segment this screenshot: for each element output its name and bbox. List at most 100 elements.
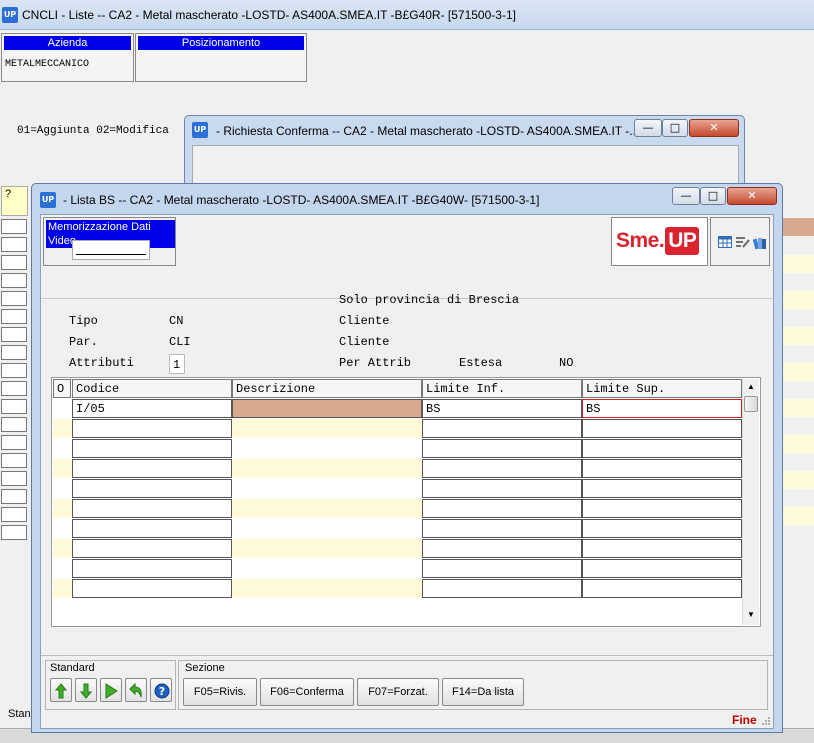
cell-limite-sup[interactable] <box>582 539 742 558</box>
cell-codice[interactable] <box>72 539 232 558</box>
cell-limite-inf[interactable] <box>422 539 582 558</box>
cell-limite-inf[interactable] <box>422 479 582 498</box>
cell-descrizione[interactable] <box>232 419 422 438</box>
cell-limite-inf[interactable] <box>422 439 582 458</box>
books-icon[interactable] <box>752 236 768 250</box>
cell-codice[interactable]: I/05 <box>72 399 232 418</box>
bg-grid-cell[interactable] <box>1 327 27 342</box>
f05-rivis-button[interactable]: F05=Rivis. <box>183 678 257 706</box>
bg-grid-cell[interactable] <box>1 507 27 522</box>
column-header-descrizione[interactable]: Descrizione <box>232 379 422 398</box>
column-header-codice[interactable]: Codice <box>72 379 232 398</box>
minimize-button[interactable]: — <box>634 119 662 137</box>
cell-o[interactable] <box>53 519 71 538</box>
cell-limite-inf[interactable]: BS <box>422 399 582 418</box>
column-header-limite-sup[interactable]: Limite Sup. <box>582 379 742 398</box>
cell-o[interactable] <box>53 499 71 518</box>
cell-limite-sup[interactable] <box>582 419 742 438</box>
cell-limite-inf[interactable] <box>422 499 582 518</box>
cell-limite-sup[interactable] <box>582 459 742 478</box>
bg-grid-cell[interactable] <box>1 255 27 270</box>
cell-descrizione[interactable] <box>232 579 422 598</box>
cell-o[interactable] <box>53 439 71 458</box>
cell-limite-sup[interactable]: BS <box>582 399 742 418</box>
cell-codice[interactable] <box>72 559 232 578</box>
bg-grid-cell[interactable] <box>1 381 27 396</box>
cell-descrizione[interactable] <box>232 519 422 538</box>
cell-limite-sup[interactable] <box>582 579 742 598</box>
close-button[interactable]: ✕ <box>727 187 777 205</box>
cell-codice[interactable] <box>72 579 232 598</box>
cell-codice[interactable] <box>72 499 232 518</box>
column-header-limite-inf[interactable]: Limite Inf. <box>422 379 582 398</box>
cell-descrizione[interactable] <box>232 479 422 498</box>
back-button[interactable] <box>125 678 147 702</box>
cell-codice[interactable] <box>72 419 232 438</box>
cell-o[interactable] <box>53 399 71 418</box>
scroll-down-icon[interactable]: ▼ <box>743 607 759 623</box>
bg-grid-cell[interactable] <box>1 453 27 468</box>
cell-codice[interactable] <box>72 439 232 458</box>
vertical-scrollbar[interactable]: ▲ ▼ <box>742 379 759 625</box>
cell-o[interactable] <box>53 459 71 478</box>
bg-grid-cell[interactable] <box>1 345 27 360</box>
scroll-up-icon[interactable]: ▲ <box>743 379 759 395</box>
maximize-button[interactable]: □ <box>662 119 688 137</box>
bg-grid-cell[interactable] <box>1 489 27 504</box>
bg-grid-cell[interactable] <box>1 435 27 450</box>
page-up-button[interactable] <box>50 678 72 702</box>
cell-limite-sup[interactable] <box>582 499 742 518</box>
bg-grid-cell[interactable] <box>1 471 27 486</box>
cell-limite-inf[interactable] <box>422 459 582 478</box>
cell-descrizione[interactable] <box>232 499 422 518</box>
column-header-o[interactable]: O <box>53 379 71 398</box>
bg-grid-cell[interactable] <box>1 219 27 234</box>
cell-o[interactable] <box>53 479 71 498</box>
cell-limite-inf[interactable] <box>422 579 582 598</box>
bg-grid-cell[interactable] <box>1 417 27 432</box>
cell-descrizione[interactable] <box>232 559 422 578</box>
cell-o[interactable] <box>53 559 71 578</box>
f07-forzat-button[interactable]: F07=Forzat. <box>357 678 439 706</box>
cell-o[interactable] <box>53 579 71 598</box>
edit-list-icon[interactable] <box>735 236 751 250</box>
cell-codice[interactable] <box>72 459 232 478</box>
bg-grid-cell[interactable] <box>1 291 27 306</box>
bg-grid-cell[interactable] <box>1 363 27 378</box>
cell-limite-inf[interactable] <box>422 519 582 538</box>
f14-da-lista-button[interactable]: F14=Da lista <box>442 678 524 706</box>
cell-descrizione[interactable] <box>232 459 422 478</box>
play-button[interactable] <box>100 678 122 702</box>
help-question-button[interactable]: ? <box>1 186 28 216</box>
close-button[interactable]: ✕ <box>689 119 739 137</box>
cell-o[interactable] <box>53 539 71 558</box>
bg-grid-cell[interactable] <box>1 237 27 252</box>
resize-grip-icon[interactable] <box>761 716 771 726</box>
minimize-button[interactable]: — <box>672 187 700 205</box>
memo-input[interactable] <box>72 240 150 260</box>
cell-limite-inf[interactable] <box>422 559 582 578</box>
cell-codice[interactable] <box>72 519 232 538</box>
f06-conferma-button[interactable]: F06=Conferma <box>260 678 354 706</box>
bg-grid-cell[interactable] <box>1 399 27 414</box>
scroll-thumb[interactable] <box>744 396 758 412</box>
cell-descrizione[interactable] <box>232 539 422 558</box>
cell-codice[interactable] <box>72 479 232 498</box>
cell-limite-sup[interactable] <box>582 479 742 498</box>
attributi-input[interactable]: 1 <box>169 354 185 374</box>
maximize-button[interactable]: □ <box>700 187 726 205</box>
cell-descrizione[interactable] <box>232 439 422 458</box>
bg-grid-cell[interactable] <box>1 309 27 324</box>
bg-grid-cell[interactable] <box>1 525 27 540</box>
page-down-button[interactable] <box>75 678 97 702</box>
cell-limite-sup[interactable] <box>582 519 742 538</box>
cell-o[interactable] <box>53 419 71 438</box>
bg-grid-cell[interactable] <box>1 273 27 288</box>
cell-limite-inf[interactable] <box>422 419 582 438</box>
cell-descrizione[interactable] <box>232 399 422 418</box>
undo-arrow-icon <box>129 683 142 698</box>
grid-view-icon[interactable] <box>717 236 733 250</box>
help-button[interactable]: ? <box>150 678 172 702</box>
cell-limite-sup[interactable] <box>582 439 742 458</box>
cell-limite-sup[interactable] <box>582 559 742 578</box>
